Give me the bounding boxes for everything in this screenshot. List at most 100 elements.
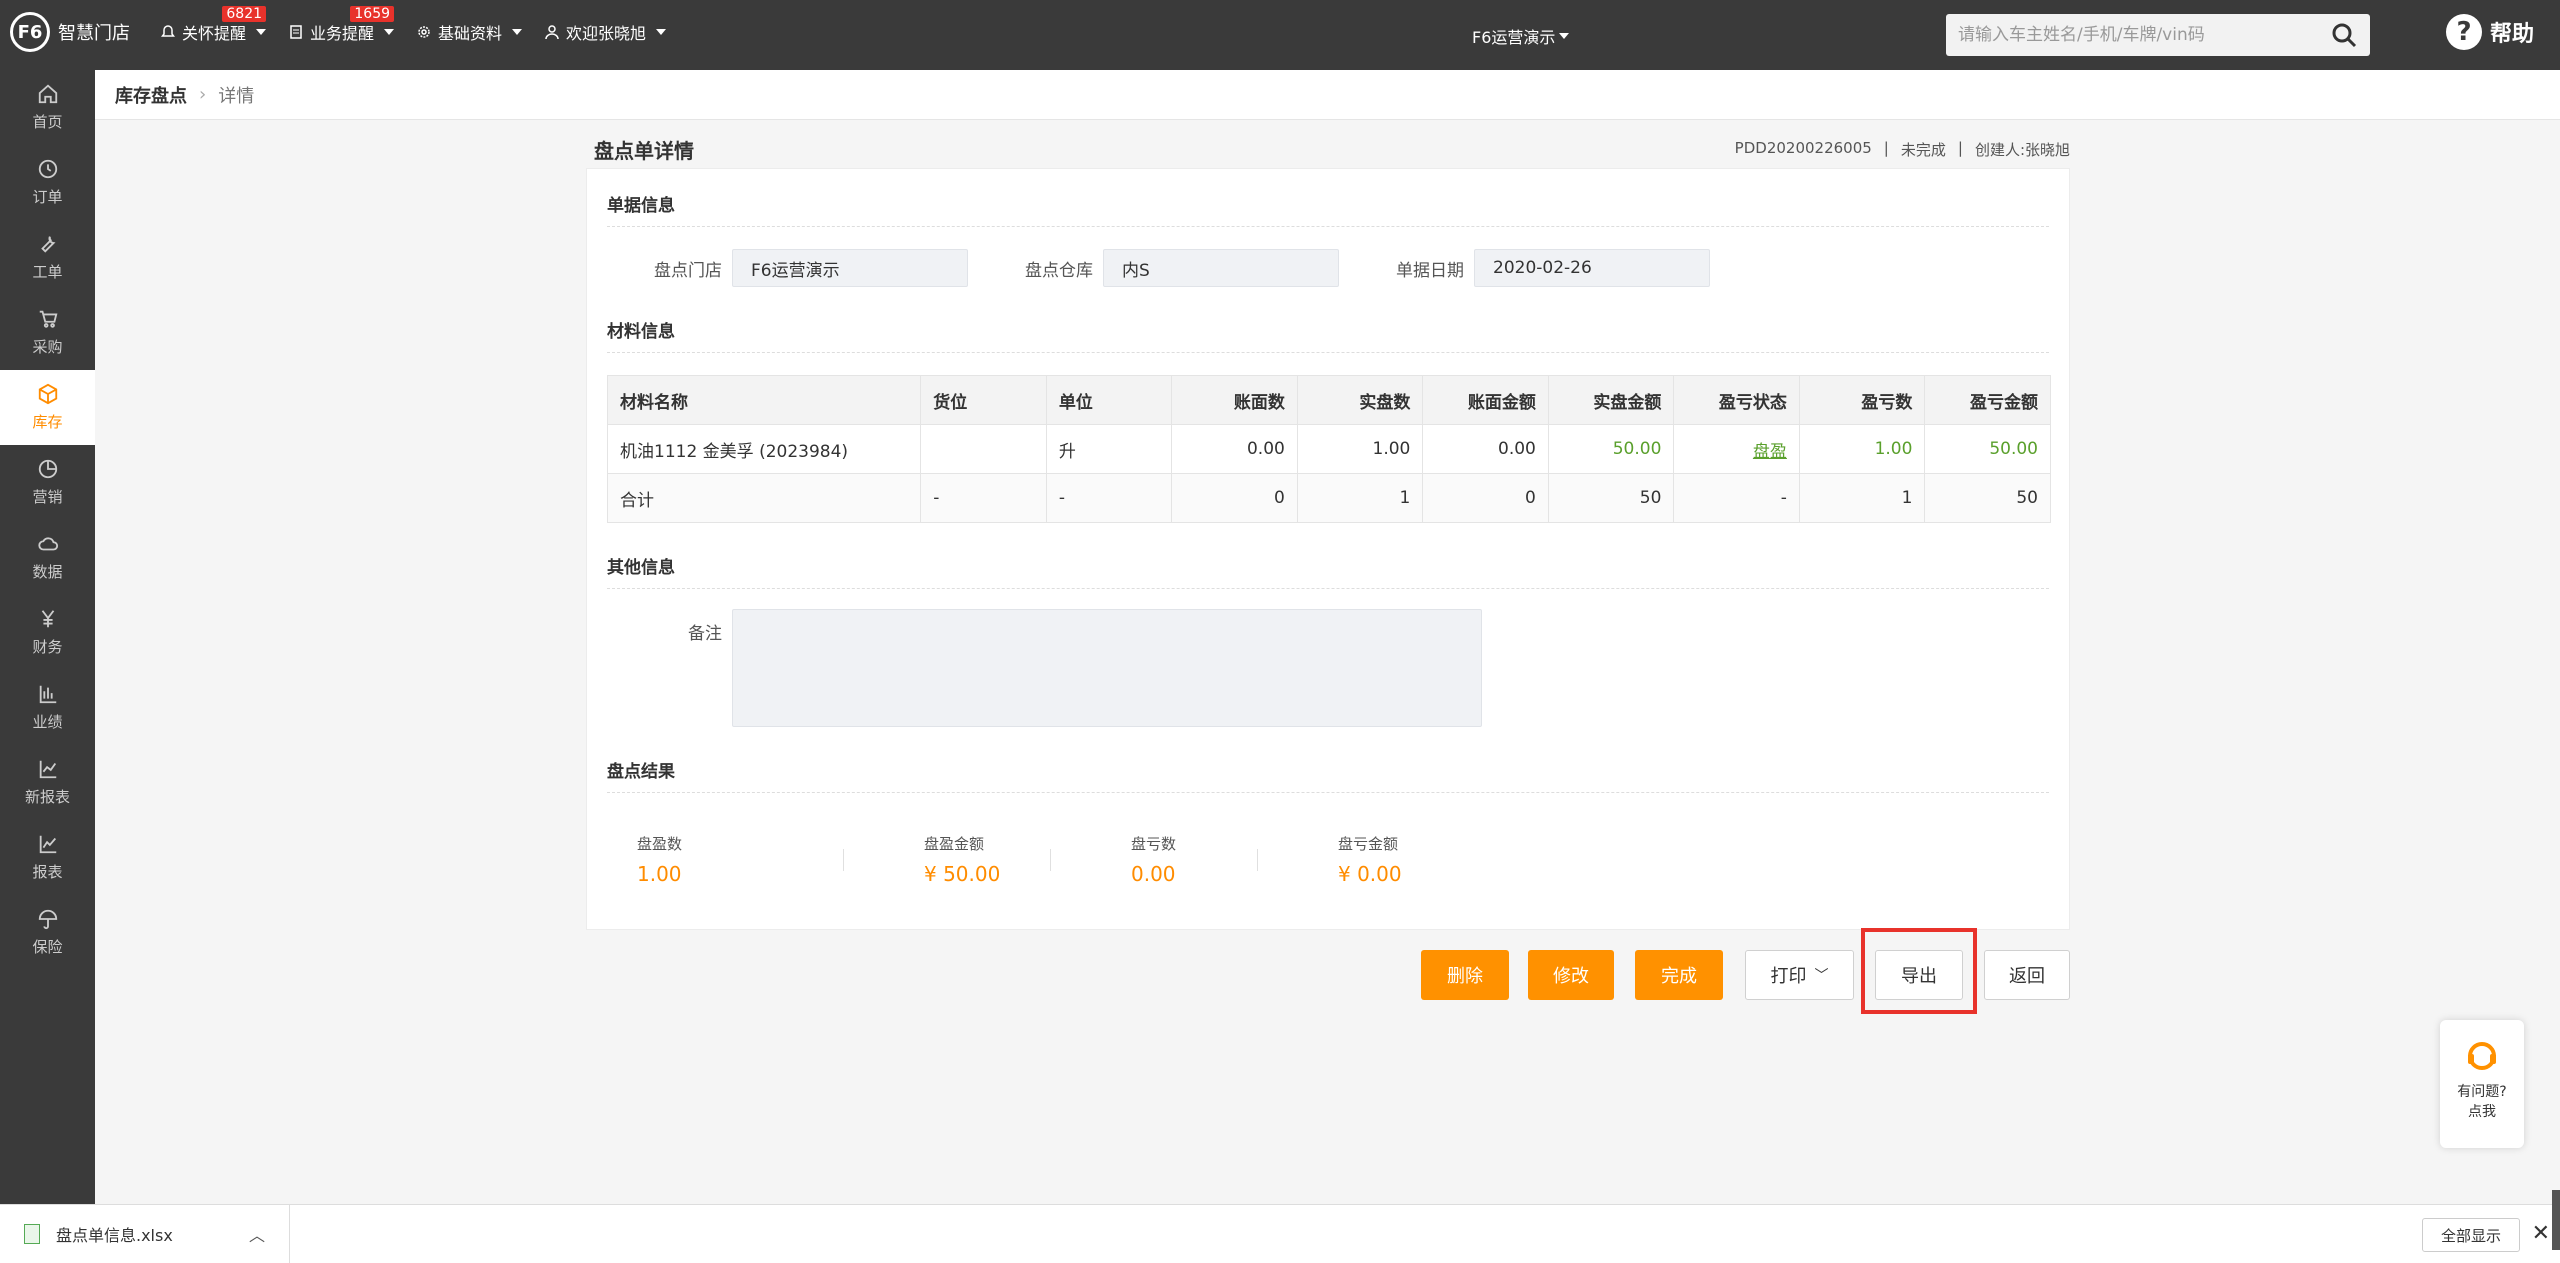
chevron-up-icon[interactable]: ︿ — [249, 1222, 265, 1246]
print-button[interactable]: 打印 ﹀ — [1745, 950, 1854, 1000]
sidebar-item-workorders[interactable]: 工单 — [0, 220, 95, 295]
warehouse-field[interactable]: 内S — [1103, 249, 1339, 287]
download-item[interactable]: 盘点单信息.xlsx ︿ — [0, 1205, 290, 1263]
cell-material-name: 机油1112 金美孚 (2023984) — [606, 424, 922, 474]
result-value: ¥ 0.00 — [1338, 862, 1402, 886]
sidebar-item-finance[interactable]: 财务 — [0, 595, 95, 670]
date-field[interactable]: 2020-02-26 — [1474, 249, 1710, 287]
scrollbar[interactable] — [2552, 1190, 2560, 1250]
sidebar: 首页 订单 工单 采购 库存 营销 数据 财务 业绩 新报表 报表 保险 — [0, 70, 95, 1204]
show-all-downloads-button[interactable]: 全部显示 — [2421, 1218, 2520, 1252]
doc-info-row: 盘点门店 F6运营演示 盘点仓库 内S 单据日期 2020-02-26 — [607, 249, 2049, 287]
nav-business-reminder[interactable]: 业务提醒 1659 — [288, 6, 395, 44]
result-value: 0.00 — [1131, 862, 1176, 886]
help-link[interactable]: ? 帮助 — [2446, 14, 2534, 50]
result-row: 盘盈数 1.00 盘盈金额 ¥ 50.00 盘亏数 0.00 盘亏金额 ¥ 0.… — [607, 833, 2049, 886]
sidebar-item-reports[interactable]: 报表 — [0, 820, 95, 895]
section-doc-info: 单据信息 — [607, 191, 2049, 227]
col-header: 材料名称 — [606, 375, 922, 425]
chevron-down-icon — [384, 29, 395, 35]
print-label: 打印 — [1770, 966, 1807, 987]
breadcrumb-current: 详情 — [218, 85, 255, 107]
cell-book-amount: 0.00 — [1422, 424, 1549, 474]
sidebar-item-label: 订单 — [32, 188, 63, 206]
sidebar-item-label: 工单 — [32, 263, 63, 281]
sidebar-item-inventory[interactable]: 库存 — [0, 370, 95, 445]
remark-field[interactable] — [732, 609, 1482, 727]
store-select[interactable]: F6运营演示 — [1472, 24, 1570, 48]
care-reminder-badge: 6821 — [222, 6, 267, 22]
chevron-down-icon — [656, 29, 667, 35]
sidebar-item-label: 报表 — [32, 863, 63, 881]
delete-button[interactable]: 删除 — [1421, 950, 1509, 1000]
logo-mark: F6 — [10, 12, 50, 52]
back-button[interactable]: 返回 — [1984, 950, 2070, 1000]
col-header: 单位 — [1045, 375, 1173, 425]
report-icon — [39, 835, 56, 854]
sidebar-item-home[interactable]: 首页 — [0, 70, 95, 145]
sidebar-item-label: 新报表 — [24, 788, 70, 806]
cart-icon — [39, 310, 57, 328]
bars-icon — [39, 685, 56, 704]
nav-user-menu[interactable]: 欢迎张晓旭 — [544, 20, 667, 44]
remark-label: 备注 — [688, 624, 722, 644]
cell-actual-qty: 1.00 — [1296, 424, 1424, 474]
cell-total: 50 — [1924, 473, 2051, 523]
bell-icon — [161, 25, 175, 37]
question-icon: ? — [2446, 14, 2482, 50]
chevron-right-icon: › — [199, 84, 207, 105]
download-bar: 盘点单信息.xlsx ︿ 全部显示 ✕ — [0, 1204, 2560, 1263]
sidebar-item-label: 采购 — [32, 338, 63, 356]
export-highlight — [1861, 928, 1977, 1014]
support-widget[interactable]: 有问题? 点我 — [2440, 1020, 2524, 1148]
finish-button[interactable]: 完成 — [1635, 950, 1723, 1000]
cell-profit-status[interactable]: 盘盈 — [1673, 424, 1800, 474]
nav-care-reminder[interactable]: 关怀提醒 6821 — [160, 6, 267, 44]
order-number: PDD20200226005 — [1734, 138, 1872, 157]
sidebar-item-label: 首页 — [32, 113, 63, 131]
sidebar-item-new-reports[interactable]: 新报表 — [0, 745, 95, 820]
store-field[interactable]: F6运营演示 — [732, 249, 968, 287]
result-label: 盘亏数 — [1131, 835, 1177, 853]
detail-panel: 单据信息 盘点门店 F6运营演示 盘点仓库 内S 单据日期 2020-02-26… — [586, 168, 2070, 930]
sidebar-item-insurance[interactable]: 保险 — [0, 895, 95, 970]
result-label: 盘盈数 — [637, 835, 683, 853]
search-input[interactable] — [1958, 25, 2330, 45]
sidebar-item-label: 营销 — [32, 488, 63, 506]
user-icon — [545, 25, 559, 40]
col-header: 实盘数 — [1296, 375, 1424, 425]
cell-actual-amount: 50.00 — [1547, 424, 1675, 474]
chevron-down-icon: ﹀ — [1814, 968, 1829, 984]
table-row: 机油1112 金美孚 (2023984) 升 0.00 1.00 0.00 50… — [606, 424, 2051, 474]
cell-unit: 升 — [1045, 424, 1173, 474]
sidebar-item-purchase[interactable]: 采购 — [0, 295, 95, 370]
meta-separator: | — [1883, 138, 1889, 157]
remark-row: 备注 — [607, 609, 2049, 727]
result-profit-qty: 盘盈数 1.00 — [637, 833, 844, 886]
cloud-icon — [37, 537, 58, 551]
cell-location — [920, 424, 1047, 474]
chevron-down-icon — [256, 29, 267, 35]
cell-total: 50 — [1547, 473, 1675, 523]
panel-header: 盘点单详情 PDD20200226005 | 未完成 | 创建人:张晓旭 — [594, 130, 2070, 168]
section-result: 盘点结果 — [607, 757, 2049, 793]
app-logo[interactable]: F6 智慧门店 — [10, 12, 130, 52]
sidebar-item-performance[interactable]: 业绩 — [0, 670, 95, 745]
search-icon[interactable] — [2330, 21, 2358, 49]
result-loss-amount: 盘亏金额 ¥ 0.00 — [1258, 833, 1465, 886]
nav-business-reminder-label: 业务提醒 — [310, 24, 375, 43]
help-label: 帮助 — [2490, 22, 2535, 47]
cell-profit-amount: 50.00 — [1924, 424, 2051, 474]
breadcrumb-root[interactable]: 库存盘点 — [115, 82, 187, 108]
close-icon[interactable]: ✕ — [2532, 1221, 2550, 1246]
edit-button[interactable]: 修改 — [1528, 950, 1614, 1000]
nav-basic-data[interactable]: 基础资料 — [416, 20, 523, 44]
top-nav: 关怀提醒 6821 业务提醒 1659 基础资料 欢迎张晓旭 — [160, 6, 667, 44]
app-name: 智慧门店 — [58, 23, 130, 44]
sidebar-item-label: 财务 — [32, 638, 63, 656]
sidebar-item-data[interactable]: 数据 — [0, 520, 95, 595]
nav-user-label: 欢迎张晓旭 — [566, 24, 647, 43]
sidebar-item-marketing[interactable]: 营销 — [0, 445, 95, 520]
sidebar-item-label: 业绩 — [32, 713, 63, 731]
sidebar-item-orders[interactable]: 订单 — [0, 145, 95, 220]
